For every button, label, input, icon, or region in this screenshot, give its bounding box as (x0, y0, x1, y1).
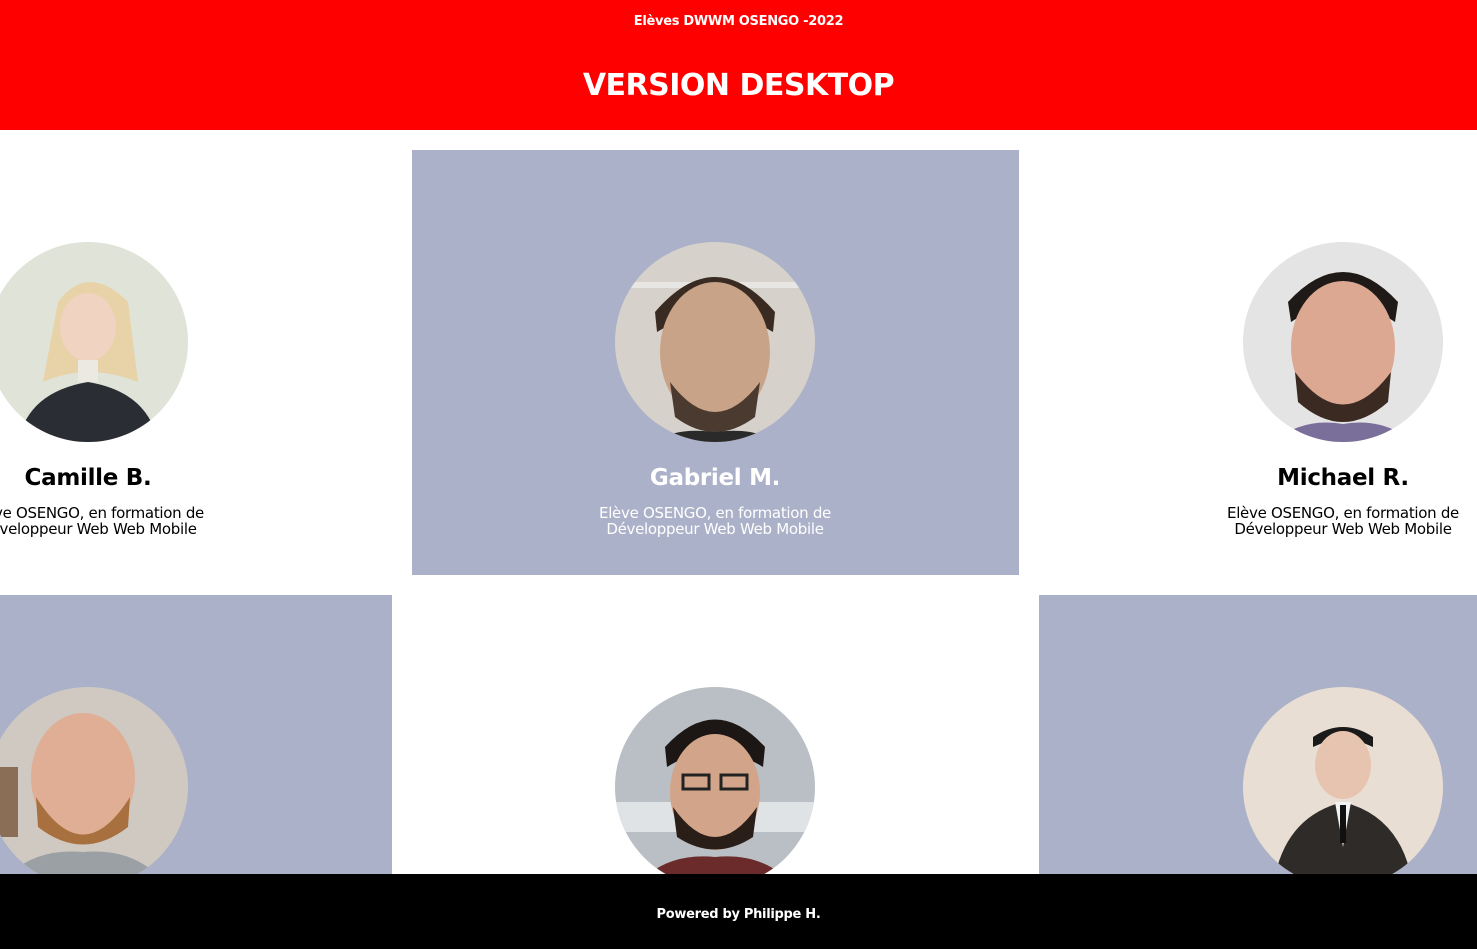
student-card: Camille B. Elève OSENGO, en formation de… (0, 130, 316, 575)
student-avatar (1243, 242, 1443, 442)
student-avatar (615, 687, 815, 874)
student-card (412, 595, 1019, 874)
student-avatar (0, 687, 188, 874)
footer-credit: Powered by Philippe H. (656, 907, 821, 922)
student-name: Camille B. (24, 465, 152, 491)
student-description: Elève OSENGO, en formation de Développeu… (1227, 504, 1459, 538)
student-name: Michael R. (1277, 465, 1409, 491)
student-card (1039, 595, 1477, 874)
student-card: Gabriel M. Elève OSENGO, en formation de… (412, 150, 1019, 575)
student-cards-grid: Camille B. Elève OSENGO, en formation de… (0, 130, 1477, 874)
page-header: Elèves DWWM OSENGO -2022 VERSION DESKTOP (0, 0, 1477, 130)
student-avatar (615, 242, 815, 442)
student-avatar (0, 242, 188, 442)
header-subtitle: Elèves DWWM OSENGO -2022 (633, 14, 844, 29)
student-card: Michael R. Elève OSENGO, en formation de… (1039, 130, 1477, 575)
page-title: VERSION DESKTOP (582, 68, 895, 103)
student-card (0, 595, 392, 874)
student-description: Elève OSENGO, en formation de Développeu… (599, 504, 831, 538)
student-name: Gabriel M. (649, 465, 781, 491)
student-avatar (1243, 687, 1443, 874)
page-footer: Powered by Philippe H. (0, 874, 1477, 949)
student-description: Elève OSENGO, en formation de Développeu… (0, 504, 204, 538)
